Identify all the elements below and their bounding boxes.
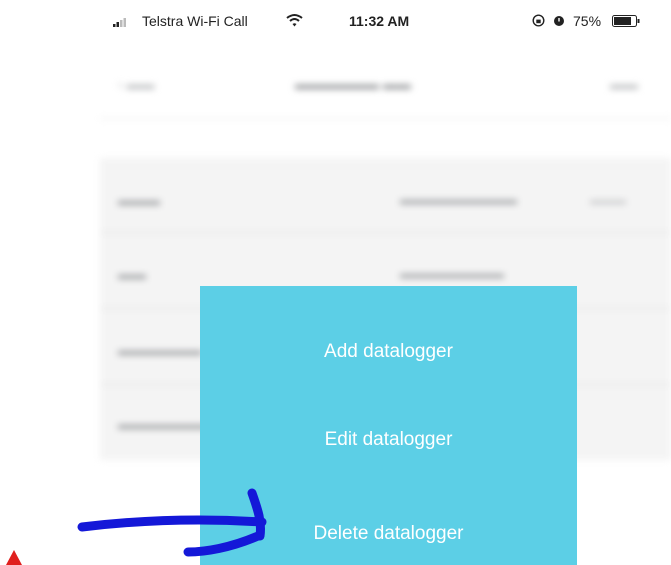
edit-datalogger-menu-item[interactable]: Edit datalogger	[200, 429, 577, 451]
lock-rotation-icon	[532, 14, 545, 27]
row-label: ▬▬▬	[118, 192, 160, 208]
row-extra: ▬▬▬	[590, 193, 626, 207]
status-bar: Telstra Wi-Fi Call 11:32 AM 75%	[0, 0, 671, 40]
nav-bar: ‹ ▬▬ ▬▬▬▬▬▬ ▬▬ ▬▬	[100, 40, 671, 119]
add-datalogger-menu-item[interactable]: Add datalogger	[200, 341, 577, 363]
row-label: ▬▬▬▬▬▬	[118, 342, 202, 358]
nav-action-button: ▬▬	[610, 76, 638, 92]
carrier-name: Telstra Wi-Fi Call	[142, 13, 248, 29]
wifi-icon	[286, 14, 303, 27]
row-label: ▬▬	[118, 266, 146, 282]
battery-percent: 75%	[573, 13, 602, 29]
row-divider	[100, 232, 671, 233]
nav-title: ▬▬▬▬▬▬ ▬▬	[295, 76, 411, 92]
back-button: ‹ ▬▬	[118, 76, 155, 92]
annotation-marker	[6, 550, 22, 565]
row-value: ▬▬▬▬▬▬▬▬	[400, 266, 504, 281]
battery-icon	[612, 15, 640, 27]
row-value: ▬▬▬▬▬▬▬▬▬	[400, 192, 517, 207]
status-time: 11:32 AM	[349, 13, 410, 29]
alarm-icon	[554, 16, 564, 26]
signal-icon	[113, 18, 126, 27]
annotation-arrow-icon	[6, 488, 267, 565]
